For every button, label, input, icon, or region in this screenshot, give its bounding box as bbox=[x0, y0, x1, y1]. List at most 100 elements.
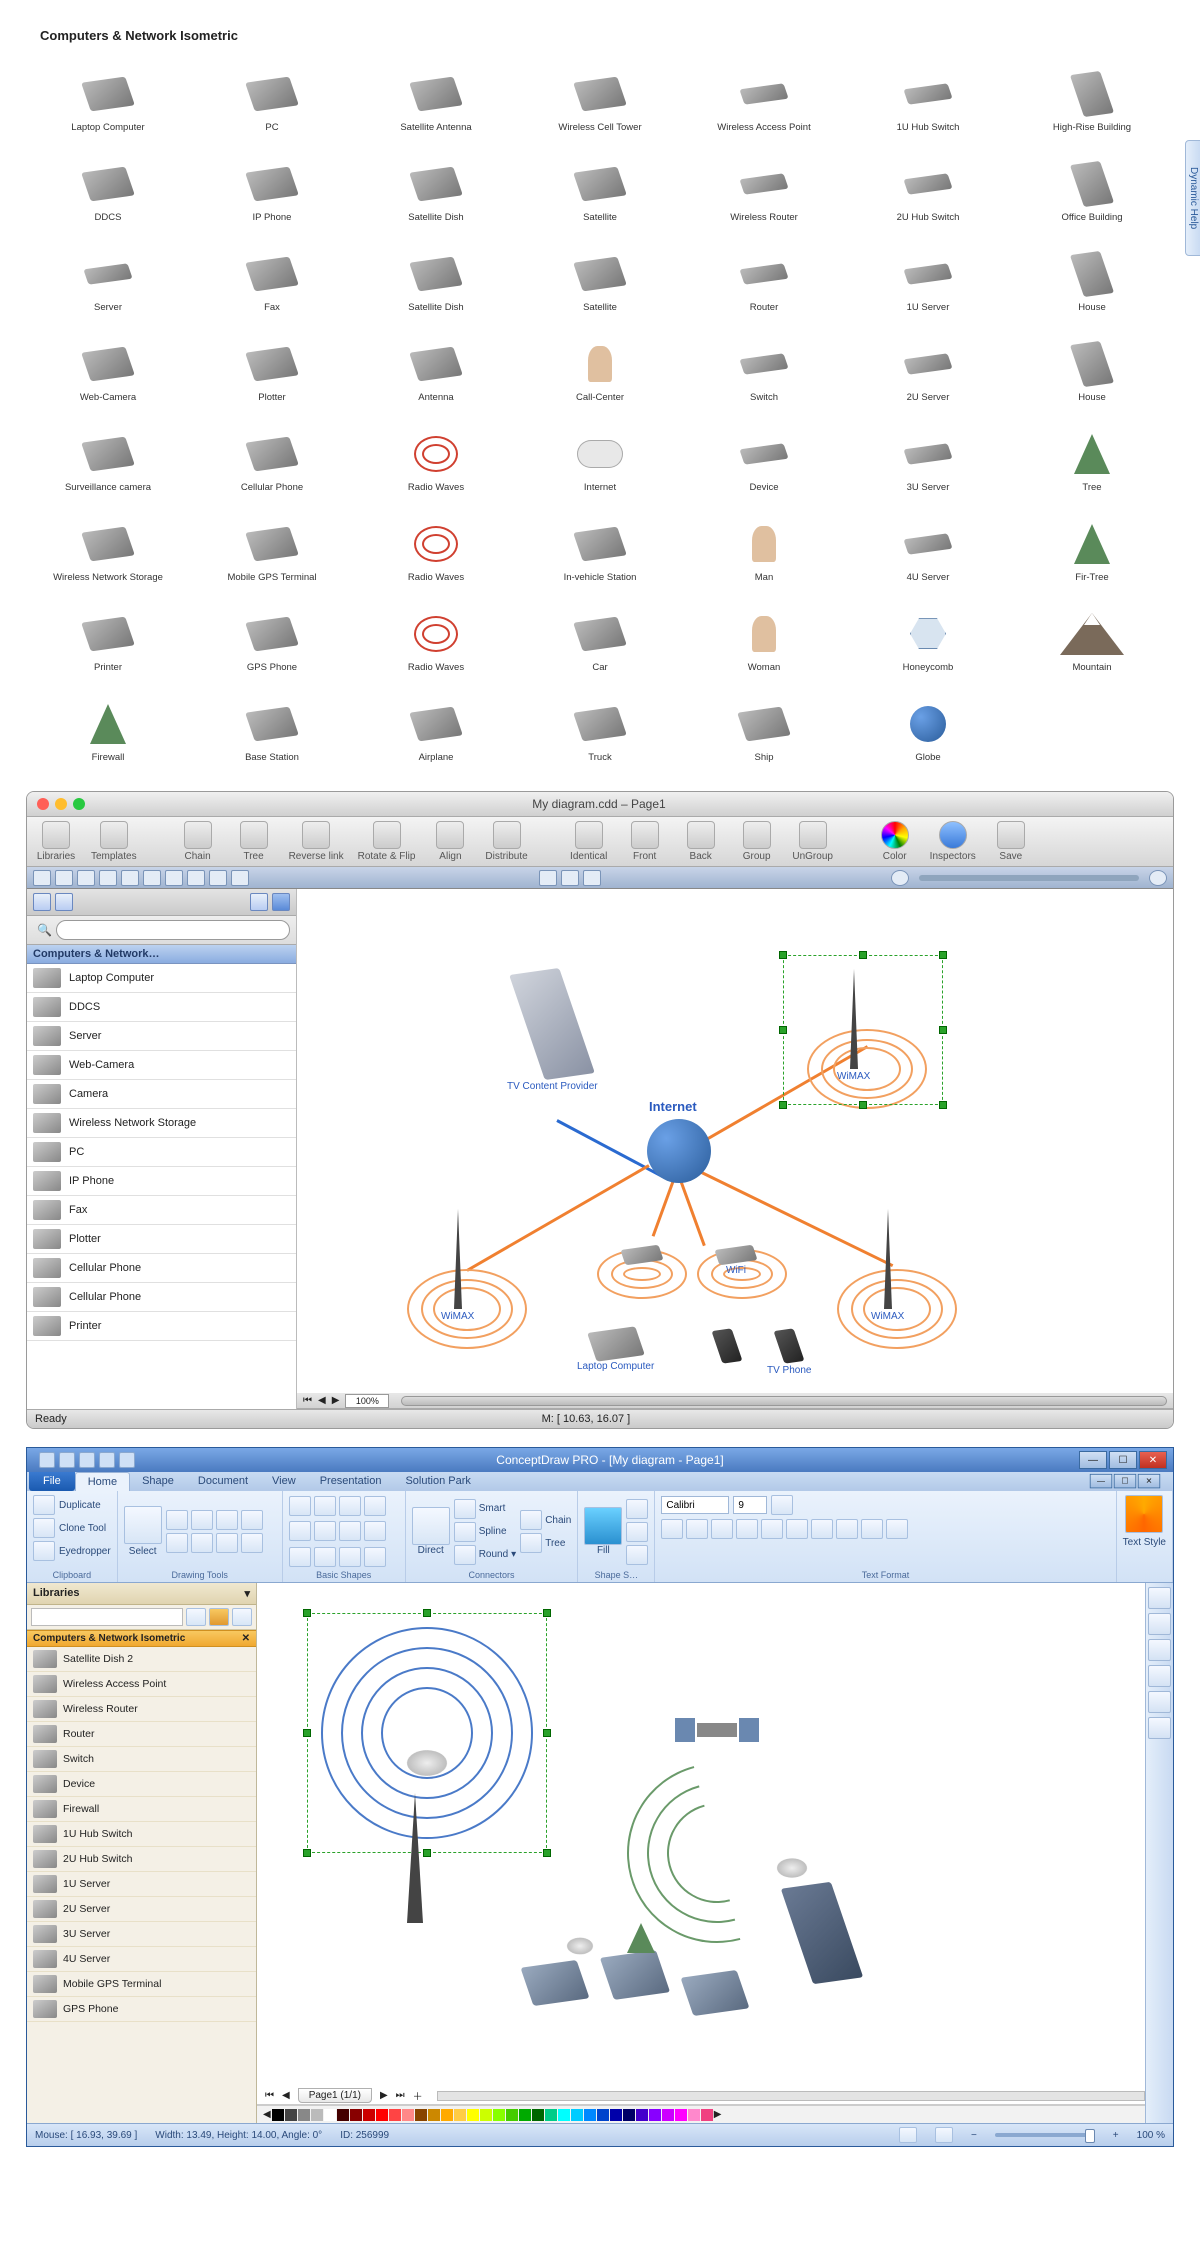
zoom-in-icon[interactable] bbox=[1149, 870, 1167, 886]
font-grow-icon[interactable] bbox=[661, 1519, 683, 1539]
zoom-in-icon[interactable]: + bbox=[1113, 2130, 1119, 2141]
library-item[interactable]: Satellite Dish 2 bbox=[27, 1647, 256, 1672]
first-page-icon[interactable]: ⏮ bbox=[303, 1395, 312, 1406]
last-page-icon[interactable]: ⏭ bbox=[396, 2090, 405, 2101]
search-icon[interactable] bbox=[186, 1608, 206, 1626]
toolbar-reverse-link-button[interactable]: Reverse link bbox=[289, 821, 344, 862]
library-item[interactable]: Satellite bbox=[532, 149, 668, 223]
color-swatch[interactable] bbox=[662, 2109, 674, 2121]
sidebar-item[interactable]: Plotter bbox=[27, 1225, 296, 1254]
library-item[interactable]: 1U Server bbox=[860, 239, 996, 313]
color-swatch[interactable] bbox=[480, 2109, 492, 2121]
font-shrink-icon[interactable] bbox=[686, 1519, 708, 1539]
canvas-node-router[interactable] bbox=[623, 1247, 661, 1263]
toolbar-distribute-button[interactable]: Distribute bbox=[485, 821, 527, 862]
library-item[interactable]: Man bbox=[696, 509, 832, 583]
grid-icon[interactable] bbox=[561, 870, 579, 886]
color-swatch[interactable] bbox=[506, 2109, 518, 2121]
sidebar-item[interactable]: Fax bbox=[27, 1196, 296, 1225]
color-swatch[interactable] bbox=[545, 2109, 557, 2121]
library-item[interactable]: High-Rise Building bbox=[1024, 59, 1160, 133]
library-item[interactable]: Wireless Router bbox=[696, 149, 832, 223]
sidebar-item[interactable]: Cellular Phone bbox=[27, 1254, 296, 1283]
file-tab[interactable]: File bbox=[29, 1472, 75, 1491]
tab-view[interactable]: View bbox=[260, 1472, 308, 1491]
minimize-icon[interactable]: — bbox=[1079, 1451, 1107, 1469]
canvas-node-internet[interactable] bbox=[647, 1119, 711, 1183]
selection-box[interactable] bbox=[783, 955, 943, 1105]
toolbar-chain-button[interactable]: Chain bbox=[177, 821, 219, 862]
win-canvas[interactable] bbox=[257, 1583, 1145, 2087]
view-mode-icon[interactable] bbox=[935, 2127, 953, 2143]
shape-triangle-icon[interactable] bbox=[364, 1496, 386, 1516]
palette-next-icon[interactable]: ▶ bbox=[714, 2109, 722, 2120]
library-item[interactable]: Firewall bbox=[27, 1797, 256, 1822]
view-mode-icon[interactable] bbox=[899, 2127, 917, 2143]
align-center-icon[interactable] bbox=[811, 1519, 833, 1539]
tab-document[interactable]: Document bbox=[186, 1472, 260, 1491]
library-item[interactable]: Airplane bbox=[368, 689, 504, 763]
arc-tool-icon[interactable] bbox=[191, 1510, 213, 1530]
doc-minimize-icon[interactable]: — bbox=[1090, 1474, 1112, 1488]
canvas-node-satellite[interactable] bbox=[697, 1723, 737, 1737]
library-item[interactable]: GPS Phone bbox=[27, 1997, 256, 2022]
horizontal-scrollbar[interactable] bbox=[437, 2091, 1145, 2101]
line-style-icon[interactable] bbox=[626, 1522, 648, 1542]
canvas-node-tvphone2[interactable]: TV Phone bbox=[767, 1329, 811, 1376]
library-item[interactable]: Server bbox=[40, 239, 176, 313]
zoom-icon[interactable] bbox=[1148, 1613, 1171, 1635]
shape-arrow-icon[interactable] bbox=[314, 1547, 336, 1567]
tab-solution-park[interactable]: Solution Park bbox=[393, 1472, 482, 1491]
color-swatch[interactable] bbox=[597, 2109, 609, 2121]
library-item[interactable]: Tree bbox=[1024, 419, 1160, 493]
tab-home[interactable]: Home bbox=[75, 1472, 130, 1491]
close-icon[interactable]: ✕ bbox=[1139, 1451, 1167, 1469]
rect-tool-icon[interactable] bbox=[165, 870, 183, 886]
shape-ellipse-icon[interactable] bbox=[339, 1496, 361, 1516]
align-right-icon[interactable] bbox=[836, 1519, 858, 1539]
library-item[interactable]: Mobile GPS Terminal bbox=[27, 1972, 256, 1997]
sidebar-item[interactable]: PC bbox=[27, 1138, 296, 1167]
toolbar-ungroup-button[interactable]: UnGroup bbox=[792, 821, 834, 862]
color-swatch[interactable] bbox=[285, 2109, 297, 2121]
text-tool-icon[interactable] bbox=[241, 1533, 263, 1553]
panel-menu-icon[interactable]: ▾ bbox=[244, 1587, 250, 1600]
library-item[interactable]: Satellite Dish bbox=[368, 149, 504, 223]
library-item[interactable]: Mobile GPS Terminal bbox=[204, 509, 340, 583]
next-page-icon[interactable]: ▶ bbox=[380, 2090, 388, 2101]
library-item[interactable]: Device bbox=[27, 1772, 256, 1797]
duplicate-icon[interactable] bbox=[33, 1495, 55, 1515]
color-swatch[interactable] bbox=[532, 2109, 544, 2121]
library-item[interactable]: Woman bbox=[696, 599, 832, 673]
sidebar-item[interactable]: IP Phone bbox=[27, 1167, 296, 1196]
library-item[interactable]: 2U Server bbox=[27, 1897, 256, 1922]
first-page-icon[interactable]: ⏮ bbox=[265, 2090, 274, 2101]
shape-rect-icon[interactable] bbox=[289, 1496, 311, 1516]
library-item[interactable]: DDCS bbox=[40, 149, 176, 223]
shape-roundrect-icon[interactable] bbox=[314, 1496, 336, 1516]
color-swatch[interactable] bbox=[454, 2109, 466, 2121]
ellipse-tool-icon[interactable] bbox=[191, 1533, 213, 1553]
tab-presentation[interactable]: Presentation bbox=[308, 1472, 394, 1491]
library-item[interactable]: IP Phone bbox=[204, 149, 340, 223]
color-swatch[interactable] bbox=[493, 2109, 505, 2121]
library-item[interactable]: 1U Hub Switch bbox=[27, 1822, 256, 1847]
library-grid-icon[interactable] bbox=[250, 893, 268, 911]
library-item[interactable]: 2U Server bbox=[860, 329, 996, 403]
library-item[interactable]: Fir-Tree bbox=[1024, 509, 1160, 583]
library-item[interactable]: 1U Server bbox=[27, 1872, 256, 1897]
color-swatch[interactable] bbox=[415, 2109, 427, 2121]
zoom-slider[interactable] bbox=[919, 875, 1139, 881]
close-library-icon[interactable]: ✕ bbox=[242, 1633, 250, 1644]
library-item[interactable]: Wireless Access Point bbox=[696, 59, 832, 133]
dynamic-help-tab[interactable]: Dynamic Help bbox=[1185, 140, 1200, 256]
undo-icon[interactable] bbox=[79, 1452, 95, 1468]
color-swatch[interactable] bbox=[441, 2109, 453, 2121]
color-swatch[interactable] bbox=[337, 2109, 349, 2121]
canvas-node-house[interactable] bbox=[527, 1963, 583, 2003]
qat-more-icon[interactable] bbox=[119, 1452, 135, 1468]
library-item[interactable]: Radio Waves bbox=[368, 599, 504, 673]
tree-icon[interactable] bbox=[520, 1533, 542, 1553]
library-item[interactable]: Printer bbox=[40, 599, 176, 673]
canvas-node-office[interactable] bbox=[797, 1883, 847, 1983]
